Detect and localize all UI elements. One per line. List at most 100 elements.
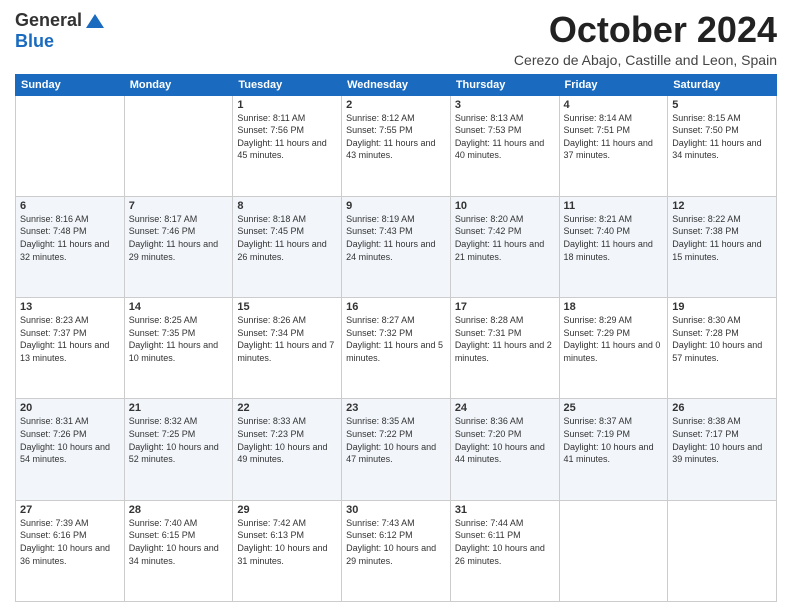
month-title: October 2024: [514, 10, 777, 50]
col-wednesday: Wednesday: [342, 74, 451, 95]
table-row: 26Sunrise: 8:38 AM Sunset: 7:17 PM Dayli…: [668, 399, 777, 500]
day-info: Sunrise: 8:33 AM Sunset: 7:23 PM Dayligh…: [237, 415, 337, 465]
day-number: 23: [346, 402, 446, 414]
page: General Blue October 2024 Cerezo de Abaj…: [0, 0, 792, 612]
day-number: 29: [237, 504, 337, 516]
day-info: Sunrise: 8:21 AM Sunset: 7:40 PM Dayligh…: [564, 213, 664, 263]
day-number: 12: [672, 200, 772, 212]
day-number: 19: [672, 301, 772, 313]
day-number: 30: [346, 504, 446, 516]
table-row: 27Sunrise: 7:39 AM Sunset: 6:16 PM Dayli…: [16, 500, 125, 601]
table-row: 31Sunrise: 7:44 AM Sunset: 6:11 PM Dayli…: [450, 500, 559, 601]
table-row: 8Sunrise: 8:18 AM Sunset: 7:45 PM Daylig…: [233, 196, 342, 297]
col-tuesday: Tuesday: [233, 74, 342, 95]
day-number: 27: [20, 504, 120, 516]
table-row: 28Sunrise: 7:40 AM Sunset: 6:15 PM Dayli…: [124, 500, 233, 601]
table-row: 14Sunrise: 8:25 AM Sunset: 7:35 PM Dayli…: [124, 298, 233, 399]
day-number: 4: [564, 99, 664, 111]
day-number: 14: [129, 301, 229, 313]
table-row: 1Sunrise: 8:11 AM Sunset: 7:56 PM Daylig…: [233, 95, 342, 196]
day-info: Sunrise: 7:43 AM Sunset: 6:12 PM Dayligh…: [346, 517, 446, 567]
day-info: Sunrise: 8:35 AM Sunset: 7:22 PM Dayligh…: [346, 415, 446, 465]
day-info: Sunrise: 8:13 AM Sunset: 7:53 PM Dayligh…: [455, 112, 555, 162]
table-row: 12Sunrise: 8:22 AM Sunset: 7:38 PM Dayli…: [668, 196, 777, 297]
col-friday: Friday: [559, 74, 668, 95]
logo-text-general: General: [15, 10, 82, 31]
col-monday: Monday: [124, 74, 233, 95]
table-row: 17Sunrise: 8:28 AM Sunset: 7:31 PM Dayli…: [450, 298, 559, 399]
title-block: October 2024 Cerezo de Abajo, Castille a…: [514, 10, 777, 68]
day-info: Sunrise: 8:17 AM Sunset: 7:46 PM Dayligh…: [129, 213, 229, 263]
day-number: 8: [237, 200, 337, 212]
day-number: 26: [672, 402, 772, 414]
calendar-week-row: 6Sunrise: 8:16 AM Sunset: 7:48 PM Daylig…: [16, 196, 777, 297]
day-info: Sunrise: 8:37 AM Sunset: 7:19 PM Dayligh…: [564, 415, 664, 465]
table-row: 15Sunrise: 8:26 AM Sunset: 7:34 PM Dayli…: [233, 298, 342, 399]
day-info: Sunrise: 8:23 AM Sunset: 7:37 PM Dayligh…: [20, 314, 120, 364]
day-info: Sunrise: 8:36 AM Sunset: 7:20 PM Dayligh…: [455, 415, 555, 465]
table-row: 18Sunrise: 8:29 AM Sunset: 7:29 PM Dayli…: [559, 298, 668, 399]
day-number: 11: [564, 200, 664, 212]
day-info: Sunrise: 8:29 AM Sunset: 7:29 PM Dayligh…: [564, 314, 664, 364]
day-number: 2: [346, 99, 446, 111]
day-number: 28: [129, 504, 229, 516]
day-info: Sunrise: 8:27 AM Sunset: 7:32 PM Dayligh…: [346, 314, 446, 364]
table-row: 9Sunrise: 8:19 AM Sunset: 7:43 PM Daylig…: [342, 196, 451, 297]
table-row: 10Sunrise: 8:20 AM Sunset: 7:42 PM Dayli…: [450, 196, 559, 297]
table-row: 2Sunrise: 8:12 AM Sunset: 7:55 PM Daylig…: [342, 95, 451, 196]
day-info: Sunrise: 8:22 AM Sunset: 7:38 PM Dayligh…: [672, 213, 772, 263]
logo: General Blue: [15, 10, 104, 52]
day-number: 15: [237, 301, 337, 313]
calendar-header-row: Sunday Monday Tuesday Wednesday Thursday…: [16, 74, 777, 95]
table-row: 20Sunrise: 8:31 AM Sunset: 7:26 PM Dayli…: [16, 399, 125, 500]
day-info: Sunrise: 8:18 AM Sunset: 7:45 PM Dayligh…: [237, 213, 337, 263]
day-info: Sunrise: 7:40 AM Sunset: 6:15 PM Dayligh…: [129, 517, 229, 567]
header: General Blue October 2024 Cerezo de Abaj…: [15, 10, 777, 68]
table-row: 13Sunrise: 8:23 AM Sunset: 7:37 PM Dayli…: [16, 298, 125, 399]
table-row: 3Sunrise: 8:13 AM Sunset: 7:53 PM Daylig…: [450, 95, 559, 196]
day-number: 25: [564, 402, 664, 414]
calendar-week-row: 27Sunrise: 7:39 AM Sunset: 6:16 PM Dayli…: [16, 500, 777, 601]
day-info: Sunrise: 8:16 AM Sunset: 7:48 PM Dayligh…: [20, 213, 120, 263]
table-row: 22Sunrise: 8:33 AM Sunset: 7:23 PM Dayli…: [233, 399, 342, 500]
calendar-table: Sunday Monday Tuesday Wednesday Thursday…: [15, 74, 777, 602]
day-info: Sunrise: 8:26 AM Sunset: 7:34 PM Dayligh…: [237, 314, 337, 364]
table-row: 6Sunrise: 8:16 AM Sunset: 7:48 PM Daylig…: [16, 196, 125, 297]
day-number: 22: [237, 402, 337, 414]
day-number: 17: [455, 301, 555, 313]
table-row: 19Sunrise: 8:30 AM Sunset: 7:28 PM Dayli…: [668, 298, 777, 399]
col-thursday: Thursday: [450, 74, 559, 95]
day-number: 18: [564, 301, 664, 313]
table-row: 29Sunrise: 7:42 AM Sunset: 6:13 PM Dayli…: [233, 500, 342, 601]
day-info: Sunrise: 8:30 AM Sunset: 7:28 PM Dayligh…: [672, 314, 772, 364]
day-info: Sunrise: 8:25 AM Sunset: 7:35 PM Dayligh…: [129, 314, 229, 364]
day-info: Sunrise: 7:39 AM Sunset: 6:16 PM Dayligh…: [20, 517, 120, 567]
table-row: 30Sunrise: 7:43 AM Sunset: 6:12 PM Dayli…: [342, 500, 451, 601]
day-number: 7: [129, 200, 229, 212]
col-saturday: Saturday: [668, 74, 777, 95]
col-sunday: Sunday: [16, 74, 125, 95]
table-row: 4Sunrise: 8:14 AM Sunset: 7:51 PM Daylig…: [559, 95, 668, 196]
day-number: 16: [346, 301, 446, 313]
table-row: [124, 95, 233, 196]
day-number: 3: [455, 99, 555, 111]
calendar-week-row: 20Sunrise: 8:31 AM Sunset: 7:26 PM Dayli…: [16, 399, 777, 500]
table-row: [16, 95, 125, 196]
day-info: Sunrise: 8:28 AM Sunset: 7:31 PM Dayligh…: [455, 314, 555, 364]
table-row: 16Sunrise: 8:27 AM Sunset: 7:32 PM Dayli…: [342, 298, 451, 399]
logo-text-blue: Blue: [15, 31, 54, 51]
day-info: Sunrise: 8:38 AM Sunset: 7:17 PM Dayligh…: [672, 415, 772, 465]
day-info: Sunrise: 8:32 AM Sunset: 7:25 PM Dayligh…: [129, 415, 229, 465]
day-number: 6: [20, 200, 120, 212]
table-row: 23Sunrise: 8:35 AM Sunset: 7:22 PM Dayli…: [342, 399, 451, 500]
day-number: 20: [20, 402, 120, 414]
day-info: Sunrise: 7:42 AM Sunset: 6:13 PM Dayligh…: [237, 517, 337, 567]
day-info: Sunrise: 8:20 AM Sunset: 7:42 PM Dayligh…: [455, 213, 555, 263]
day-info: Sunrise: 8:19 AM Sunset: 7:43 PM Dayligh…: [346, 213, 446, 263]
day-number: 21: [129, 402, 229, 414]
day-number: 31: [455, 504, 555, 516]
table-row: [668, 500, 777, 601]
day-number: 1: [237, 99, 337, 111]
day-number: 10: [455, 200, 555, 212]
calendar-week-row: 1Sunrise: 8:11 AM Sunset: 7:56 PM Daylig…: [16, 95, 777, 196]
